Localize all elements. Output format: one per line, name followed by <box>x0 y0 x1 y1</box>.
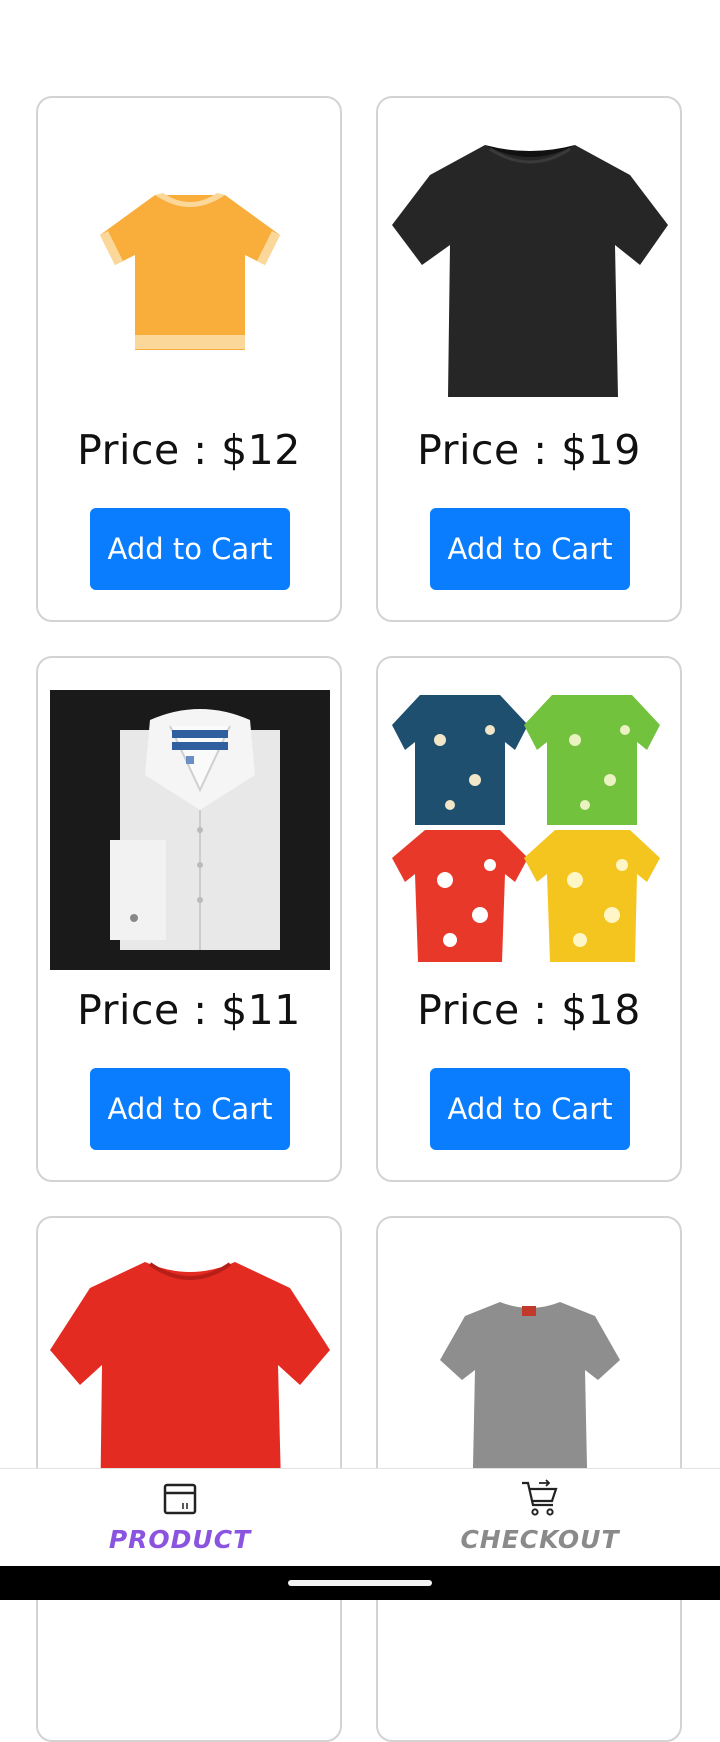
cart-icon <box>522 1479 558 1516</box>
add-to-cart-button[interactable]: Add to Cart <box>430 508 630 590</box>
product-card: Price : $19 Add to Cart <box>376 96 682 622</box>
product-price: Price : $19 <box>417 426 641 474</box>
home-indicator[interactable] <box>288 1580 432 1586</box>
product-price: Price : $12 <box>77 426 301 474</box>
product-card: Price : $11 Add to Cart <box>36 656 342 1182</box>
product-image-black-tshirt <box>390 130 670 410</box>
add-to-cart-button[interactable]: Add to Cart <box>90 508 290 590</box>
product-price: Price : $11 <box>77 986 301 1034</box>
box-icon <box>163 1483 197 1515</box>
add-to-cart-button[interactable]: Add to Cart <box>430 1068 630 1150</box>
product-price: Price : $18 <box>417 986 641 1034</box>
nav-label-product: PRODUCT <box>108 1525 252 1554</box>
product-image-hawaiian-shirts <box>390 690 670 970</box>
bottom-navigation: PRODUCT CHECKOUT <box>0 1468 720 1567</box>
product-image-white-dress-shirt <box>50 690 330 970</box>
product-card: Price : $12 Add to Cart <box>36 96 342 622</box>
product-image-orange-tshirt <box>50 130 330 410</box>
product-card: Price : $18 Add to Cart <box>376 656 682 1182</box>
nav-label-checkout: CHECKOUT <box>460 1525 620 1554</box>
nav-tab-checkout[interactable]: CHECKOUT <box>360 1469 720 1567</box>
add-to-cart-button[interactable]: Add to Cart <box>90 1068 290 1150</box>
nav-tab-product[interactable]: PRODUCT <box>0 1469 360 1567</box>
system-navigation-bar <box>0 1566 720 1600</box>
